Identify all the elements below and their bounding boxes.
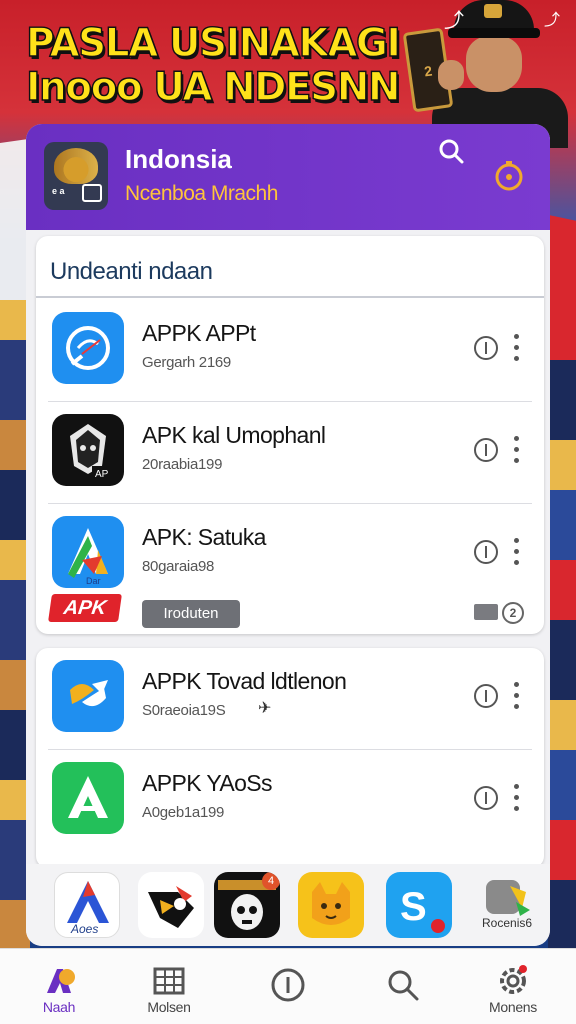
grid-icon xyxy=(153,967,185,995)
nav-label: Molsen xyxy=(147,999,191,1015)
info-icon[interactable] xyxy=(474,684,498,708)
info-icon xyxy=(271,968,305,1002)
list-item[interactable]: APPK Tovad ldtlenon S0raeoia19S ✈ xyxy=(36,648,544,750)
app-meta: A0geb1a199 xyxy=(142,804,225,821)
app-icon-store xyxy=(52,762,124,834)
app-icon-skull[interactable]: 4 xyxy=(214,872,280,938)
nav-item-molsen[interactable]: Molsen xyxy=(114,949,224,1024)
nav-item-info[interactable] xyxy=(233,949,343,1024)
app-icon-hacker: AP xyxy=(52,414,124,486)
app-icon-cat[interactable] xyxy=(298,872,364,938)
section-title: Undeanti ndaan xyxy=(50,258,213,285)
nav-label: Naah xyxy=(42,999,76,1015)
app-icon-bird[interactable] xyxy=(138,872,204,938)
count-badge: 2 xyxy=(502,602,524,624)
bottom-nav: Naah Molsen Monens xyxy=(0,948,576,1024)
main-card: e a Indonsia Ncenboa Mrachh Undeanti nda… xyxy=(26,124,550,946)
app-icon-globe xyxy=(52,312,124,384)
bird-icon: ⤴ xyxy=(444,10,464,32)
garuda-emblem-icon xyxy=(54,148,98,184)
more-vertical-icon[interactable] xyxy=(510,436,522,464)
app-icon-aoes[interactable]: Aoes xyxy=(54,872,120,938)
svg-text:AP: AP xyxy=(95,469,109,480)
svg-text:Dar: Dar xyxy=(86,576,101,586)
app-name: APK kal Umophanl xyxy=(142,422,326,448)
headline-line-2: Inooo UA NDESNN xyxy=(25,65,401,110)
app-name: APK: Satuka xyxy=(142,524,266,550)
app-icon-s[interactable]: S xyxy=(386,872,452,938)
list-item[interactable]: APPK YAoSs A0geb1a199 xyxy=(36,750,544,852)
timer-icon[interactable] xyxy=(492,158,526,192)
nav-label: Monens xyxy=(488,999,537,1015)
card-header: e a Indonsia Ncenboa Mrachh xyxy=(26,124,550,230)
strip-label-first: Aoes xyxy=(70,922,98,936)
svg-text:S: S xyxy=(400,885,427,929)
install-button[interactable]: Iroduten xyxy=(142,600,240,628)
info-icon[interactable] xyxy=(474,786,498,810)
more-vertical-icon[interactable] xyxy=(510,538,522,566)
more-vertical-icon[interactable] xyxy=(510,784,522,812)
nav-item-home[interactable]: Naah xyxy=(4,949,114,1024)
airplane-icon: ✈ xyxy=(258,700,272,717)
app-meta: Gergarh 2169 xyxy=(142,354,231,371)
document-icon xyxy=(82,184,102,202)
mail-icon[interactable] xyxy=(474,604,498,620)
info-icon[interactable] xyxy=(474,438,498,462)
notification-badge: 4 xyxy=(262,872,280,890)
search-icon[interactable] xyxy=(438,138,464,164)
app-icon-atlas: Dar xyxy=(52,516,124,588)
banner-headline: PASLA USINAKAGI Inooo UA NDESNN xyxy=(25,21,401,110)
background-crowd-right xyxy=(548,300,576,950)
info-icon[interactable] xyxy=(474,336,498,360)
list-item[interactable]: AP APK kal Umophanl 20raabia199 xyxy=(36,402,544,504)
app-list-section-2: APPK Tovad ldtlenon S0raeoia19S ✈ APPK Y… xyxy=(36,648,544,868)
more-vertical-icon[interactable] xyxy=(510,334,522,362)
nav-item-monens[interactable]: Monens xyxy=(458,949,568,1024)
app-logo[interactable]: e a xyxy=(44,142,108,210)
nav-item-search[interactable] xyxy=(348,949,458,1024)
app-name: APPK Tovad ldtlenon xyxy=(142,668,347,694)
list-item[interactable]: APPK APPt Gergarh 2169 xyxy=(36,300,544,402)
section-divider xyxy=(36,296,544,298)
bird-icon: ⤴ xyxy=(544,12,561,29)
apk-tag: APK xyxy=(48,594,122,622)
app-meta: 20raabia199 xyxy=(142,456,223,473)
settings-icon xyxy=(500,965,527,994)
app-icon-swirl xyxy=(52,660,124,732)
header-subtitle: Ncenboa Mrachh xyxy=(125,182,278,205)
info-icon[interactable] xyxy=(474,540,498,564)
search-icon xyxy=(388,970,419,1001)
app-name: APPK YAoSs xyxy=(142,770,273,796)
app-name: APPK APPt xyxy=(142,320,256,346)
app-list-section: Undeanti ndaan APPK APPt Gergarh 2169 AP… xyxy=(36,236,544,634)
app-icon-strip: Aoes 4 S Rocenis6 xyxy=(26,864,550,946)
list-item[interactable]: Dar APK: Satuka 80garaia98 APK Iroduten … xyxy=(36,504,544,634)
app-meta: 80garaia98 xyxy=(142,558,215,575)
strip-label-last: Rocenis6 xyxy=(482,916,533,930)
app-meta: S0raeoia19S xyxy=(142,702,226,719)
more-vertical-icon[interactable] xyxy=(510,682,522,710)
headline-line-1: PASLA USINAKAGI xyxy=(25,21,401,66)
home-icon xyxy=(47,969,75,993)
header-title: Indonsia xyxy=(125,144,232,174)
